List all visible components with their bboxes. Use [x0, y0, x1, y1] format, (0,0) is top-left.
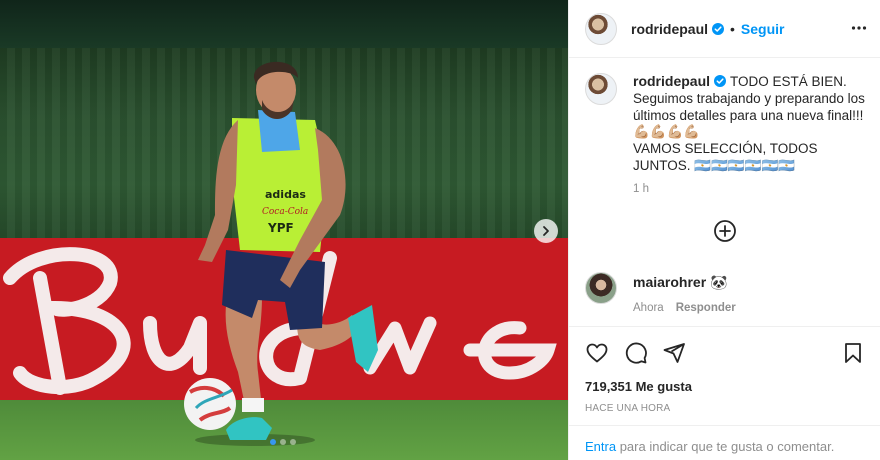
post-caption: rodridepaul TODO ESTÁ BIEN. Seguimos trab…	[585, 73, 875, 175]
verified-badge-icon	[714, 75, 727, 87]
separator-dot: •	[730, 20, 735, 37]
share-icon[interactable]	[662, 341, 686, 365]
bookmark-icon[interactable]	[841, 341, 865, 365]
verified-badge-icon	[712, 22, 725, 35]
post-media[interactable]: adidas Coca-Cola YPF	[0, 0, 568, 460]
post-side-panel: rodridepaul • Seguir rodridepaul TODO EST…	[568, 0, 880, 460]
carousel-dot	[280, 439, 286, 445]
more-options-icon[interactable]	[851, 20, 867, 36]
reply-button[interactable]: Responder	[676, 302, 736, 314]
author-username[interactable]: rodridepaul	[631, 21, 708, 37]
svg-text:YPF: YPF	[267, 221, 294, 235]
commenter-avatar[interactable]	[585, 272, 617, 304]
carousel-indicator	[270, 439, 296, 445]
svg-text:adidas: adidas	[265, 188, 306, 201]
next-image-button[interactable]	[534, 219, 558, 243]
player-photo: adidas Coca-Cola YPF	[184, 61, 378, 446]
commenter-username[interactable]: maiarohrer	[633, 274, 706, 290]
caption-body: rodridepaul TODO ESTÁ BIEN. Seguimos trab…	[633, 73, 875, 175]
heart-icon[interactable]	[585, 341, 609, 365]
post-time-ago: HACE UNA HORA	[585, 403, 671, 414]
plus-circle-icon[interactable]	[713, 219, 737, 243]
follow-button[interactable]: Seguir	[741, 21, 785, 37]
likes-count[interactable]: 719,351 Me gusta	[585, 379, 692, 394]
comment-body: maiarohrer 🐼 Ahora Responder	[633, 272, 736, 314]
add-comment-prompt: para indicar que te gusta o comentar.	[616, 439, 835, 454]
carousel-dot	[290, 439, 296, 445]
comment-item: maiarohrer 🐼 Ahora Responder	[585, 272, 875, 314]
instagram-post: adidas Coca-Cola YPF rodridepaul • Segui…	[0, 0, 880, 460]
comment-meta: Ahora Responder	[633, 302, 736, 314]
caption-username[interactable]: rodridepaul	[633, 73, 710, 89]
add-comment-bar: Entra para indicar que te gusta o coment…	[569, 425, 880, 460]
comment-icon[interactable]	[624, 341, 648, 365]
login-link[interactable]: Entra	[585, 439, 616, 454]
comment-time: Ahora	[633, 302, 664, 314]
caption-timestamp: 1 h	[633, 183, 649, 195]
caption-author-avatar[interactable]	[585, 73, 617, 105]
chevron-right-icon	[543, 226, 549, 236]
action-bar	[569, 326, 880, 380]
author-avatar[interactable]	[585, 12, 617, 45]
comment-text: 🐼	[710, 274, 728, 290]
svg-text:Coca-Cola: Coca-Cola	[262, 207, 308, 217]
carousel-dot-active	[270, 439, 276, 445]
post-header: rodridepaul • Seguir	[569, 0, 880, 58]
